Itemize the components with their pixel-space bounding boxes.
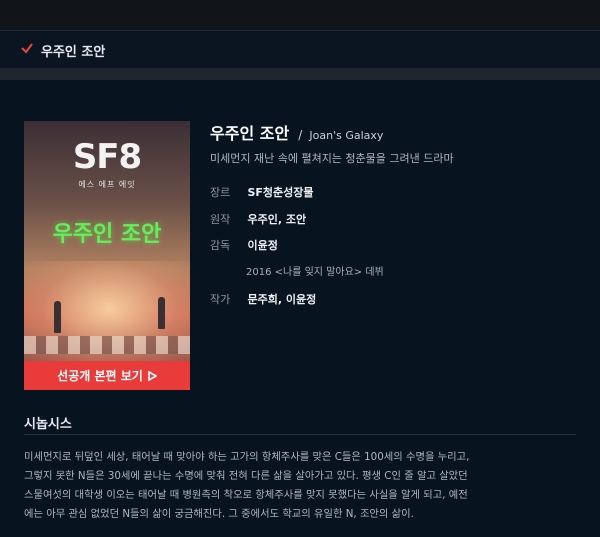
title-separator: / [298, 128, 303, 142]
poster-figure-right [158, 297, 165, 329]
logline: 미세먼지 재난 속에 펼쳐지는 청춘물을 그려낸 드라마 [210, 152, 454, 165]
header-title: 우주인 조안 [41, 45, 106, 60]
original-row: 원작 우주인, 조안 [210, 211, 306, 227]
writer-label: 작가 [210, 293, 231, 306]
watch-preview-label: 선공개 본편 보기 [57, 369, 143, 383]
synopsis-line: 스물여섯의 대학생 이오는 태어날 때 병원측의 착오로 항체주사를 맞지 못했… [24, 489, 468, 501]
director-label: 감독 [210, 239, 231, 252]
section-header[interactable]: 우주인 조안 [0, 30, 600, 68]
poster-stripes [24, 336, 190, 354]
poster-logo-sub: 에스 에프 에잇 [78, 180, 136, 189]
synopsis-divider [24, 434, 576, 435]
watch-preview-button[interactable]: 선공개 본편 보기 [24, 361, 190, 390]
poster-title: 우주인 조안 [52, 222, 162, 247]
director-row: 감독 이윤정 [210, 237, 278, 253]
poster-figure-left [54, 301, 61, 333]
title-korean: 우주인 조안 [210, 124, 290, 143]
writer-row: 작가 문주희, 이윤정 [210, 291, 316, 307]
synopsis-body: 미세먼지로 뒤덮인 세상, 태어날 때 맞아야 하는 고가의 항체주사를 맞은 … [24, 448, 578, 524]
synopsis-line: 미세먼지로 뒤덮인 세상, 태어날 때 맞아야 하는 고가의 항체주사를 맞은 … [24, 451, 470, 463]
genre-value: SF청춘성장물 [247, 186, 314, 199]
poster-logo: SF8 [72, 137, 142, 177]
genre-label: 장르 [210, 186, 231, 199]
title-english: Joan's Galaxy [309, 129, 384, 142]
writer-value: 문주희, 이윤정 [247, 293, 317, 306]
synopsis-line: 그렇지 못한 N들은 30세에 끝나는 수명에 맞춰 전혀 다른 삶을 살아가고… [24, 470, 468, 482]
play-icon [148, 370, 157, 381]
top-strip [0, 0, 600, 30]
page: 우주인 조안 SF8 에스 에프 에잇 우주인 조안 선공개 본편 보기 우주인… [0, 0, 600, 537]
original-label: 원작 [210, 213, 231, 226]
synopsis-heading: 시놉시스 [24, 417, 72, 432]
director-value: 이윤정 [247, 239, 278, 252]
synopsis-line: 에는 아무 관심 없었던 N들의 삶이 궁금해진다. 그 중에서도 학교의 유일… [24, 508, 414, 520]
director-debut: 2016 <나를 잊지 말아요> 데뷔 [246, 267, 384, 278]
check-icon [21, 43, 33, 54]
original-value: 우주인, 조안 [247, 213, 307, 226]
genre-row: 장르 SF청춘성장물 [210, 184, 314, 200]
poster[interactable]: SF8 에스 에프 에잇 우주인 조안 선공개 본편 보기 [24, 121, 190, 390]
title-row: 우주인 조안 / Joan's Galaxy [210, 120, 383, 144]
header-divider [0, 68, 600, 80]
